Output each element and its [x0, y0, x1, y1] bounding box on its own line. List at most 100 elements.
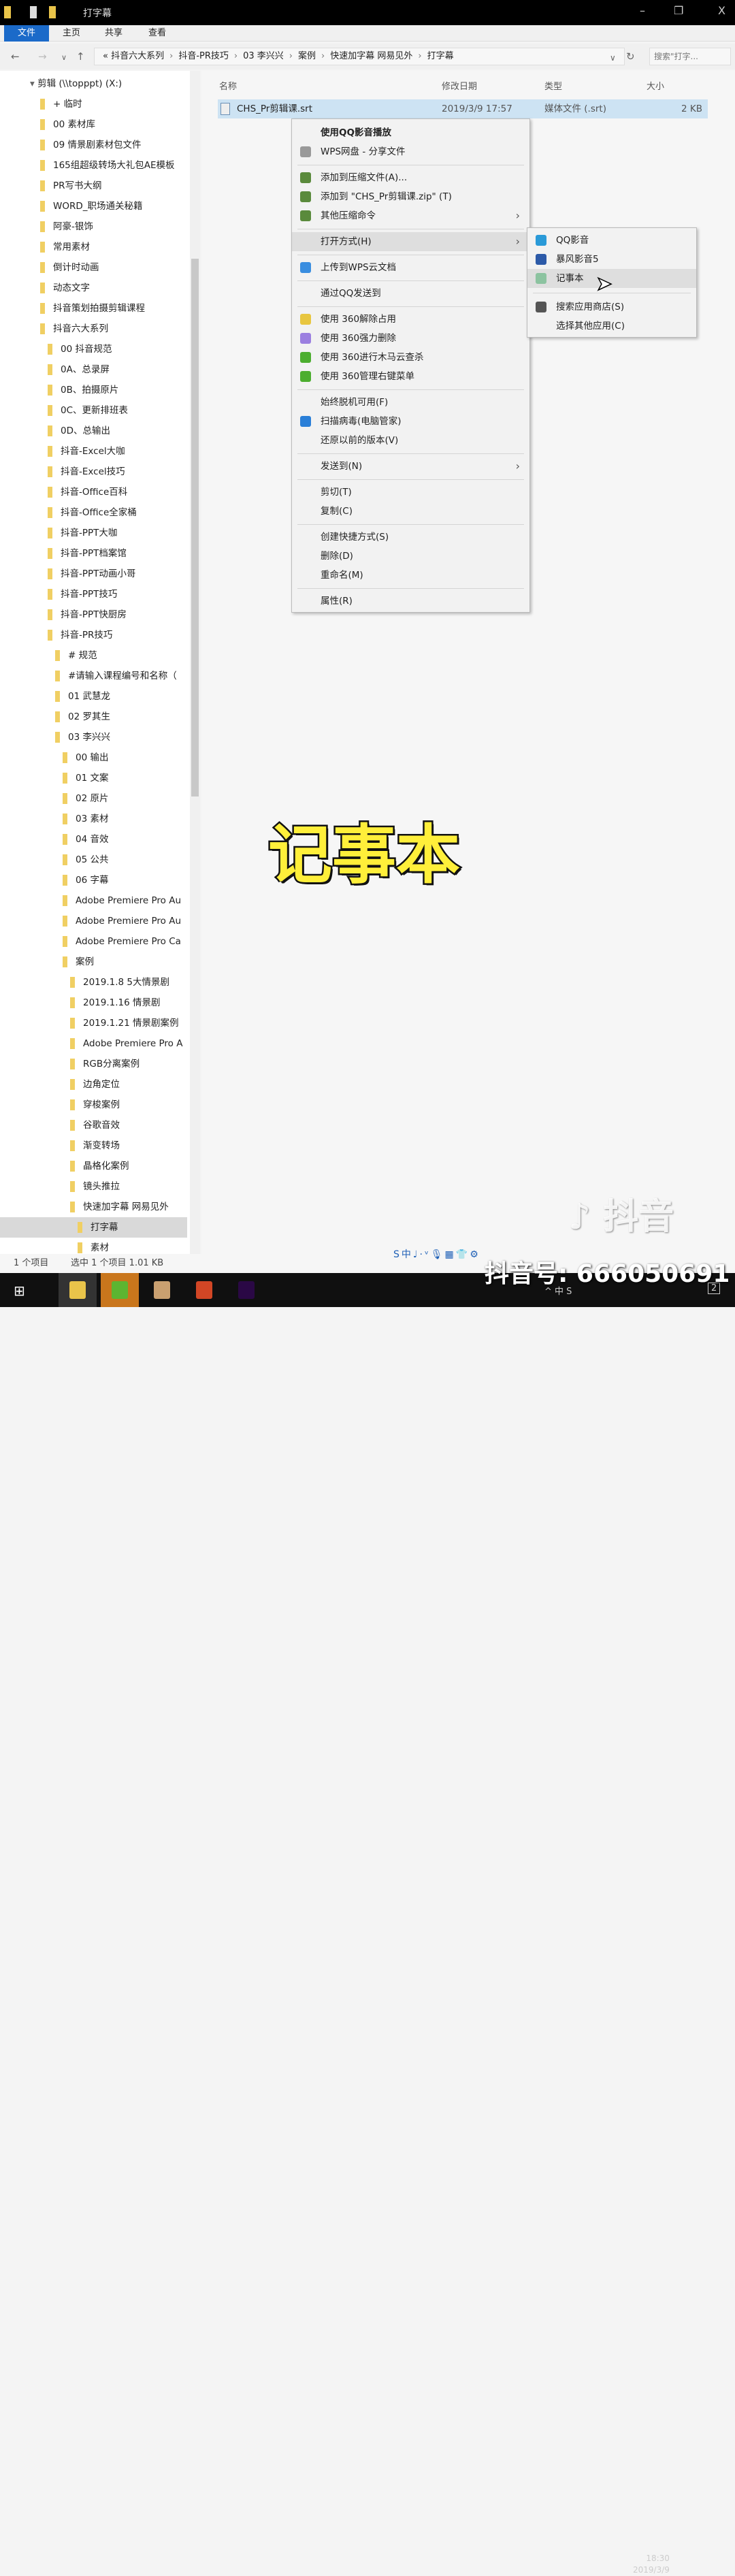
menu-item[interactable]: 使用QQ影音播放	[292, 123, 529, 142]
sidebar-item[interactable]: 00 素材库	[0, 114, 187, 135]
sidebar-item[interactable]: 打字幕	[0, 1217, 187, 1238]
sidebar-item[interactable]: 0D、总输出	[0, 421, 187, 441]
menu-item[interactable]: 暴风影音5	[527, 250, 696, 269]
sidebar-item[interactable]: 01 武慧龙	[0, 686, 187, 707]
sidebar-item[interactable]: #请输入课程编号和名称（	[0, 666, 187, 686]
sidebar-item[interactable]: 2019.1.16 情景剧	[0, 993, 187, 1013]
sidebar-item[interactable]: 晶格化案例	[0, 1156, 187, 1176]
sidebar-item[interactable]: 01 文案	[0, 768, 187, 788]
path-dropdown-icon[interactable]: ∨	[610, 53, 616, 63]
sidebar-item[interactable]: 00 抖音规范	[0, 339, 187, 359]
menu-item[interactable]: 通过QQ发送到	[292, 284, 529, 303]
sidebar-item[interactable]: 04 音效	[0, 829, 187, 850]
sidebar-item[interactable]: 穿梭案例	[0, 1095, 187, 1115]
tab-home[interactable]: 主页	[54, 25, 88, 42]
menu-item[interactable]: 使用 360管理右键菜单	[292, 367, 529, 386]
sidebar-scroll-thumb[interactable]	[191, 259, 199, 796]
menu-item[interactable]: 始终脱机可用(F)	[292, 393, 529, 412]
sidebar-item[interactable]: 边角定位	[0, 1074, 187, 1095]
sidebar-item[interactable]: + 临时	[0, 94, 187, 114]
sidebar-item[interactable]: 0B、拍摄原片	[0, 380, 187, 400]
menu-item[interactable]: 使用 360进行木马云查杀	[292, 348, 529, 367]
sidebar-item[interactable]: 抖音-PPT动画小哥	[0, 564, 187, 584]
sidebar-item[interactable]: 抖音-PPT档案馆	[0, 543, 187, 564]
sidebar-item[interactable]: 案例	[0, 952, 187, 972]
properties-icon[interactable]	[30, 6, 37, 18]
menu-item[interactable]: 其他压缩命令 ›	[292, 206, 529, 225]
breadcrumb-item[interactable]: 抖音六大系列	[111, 51, 164, 61]
ime-toolbar[interactable]: S中♩·ᵛ🎙▦👕⚙	[393, 1247, 480, 1261]
menu-item[interactable]: 创建快捷方式(S)	[292, 528, 529, 547]
sidebar-item[interactable]: 快速加字幕 网易见外	[0, 1197, 187, 1217]
menu-item[interactable]: 使用 360解除占用	[292, 310, 529, 329]
sidebar-item[interactable]: 0C、更新排班表	[0, 400, 187, 421]
windows-start-icon[interactable]: ⊞	[14, 1283, 25, 1299]
sidebar-item[interactable]: RGB分离案例	[0, 1054, 187, 1074]
menu-item[interactable]: 还原以前的版本(V)	[292, 431, 529, 450]
sidebar-item[interactable]: Adobe Premiere Pro Au	[0, 890, 187, 911]
menu-item[interactable]: 删除(D)	[292, 547, 529, 566]
menu-item[interactable]: 使用 360强力删除	[292, 329, 529, 348]
sidebar-item[interactable]: 09 情景剧素材包文件	[0, 135, 187, 155]
taskbar-app[interactable]	[185, 1273, 223, 1307]
file-row[interactable]: CHS_Pr剪辑课.srt 2019/3/9 17:57 媒体文件 (.srt)…	[218, 99, 708, 118]
new-folder-icon[interactable]	[49, 6, 56, 18]
sidebar-item[interactable]: 抖音-Office全家桶	[0, 502, 187, 523]
sidebar-item[interactable]: 05 公共	[0, 850, 187, 870]
sidebar-item[interactable]: 02 原片	[0, 788, 187, 809]
sidebar-item[interactable]: 抖音-Excel技巧	[0, 462, 187, 482]
breadcrumb-item[interactable]: 快速加字幕 网易见外	[330, 51, 412, 61]
taskbar-app[interactable]	[227, 1273, 265, 1307]
sidebar-item[interactable]: 抖音六大系列	[0, 319, 187, 339]
sidebar-item[interactable]: 镜头推拉	[0, 1176, 187, 1197]
sidebar-item[interactable]: 倒计时动画	[0, 257, 187, 278]
sidebar-item[interactable]: 常用素材	[0, 237, 187, 257]
menu-item[interactable]: 复制(C)	[292, 502, 529, 521]
taskbar-app[interactable]	[101, 1273, 139, 1307]
menu-item[interactable]: 打开方式(H) ›	[292, 232, 529, 251]
clock[interactable]: 18:30 2019/3/9	[633, 2553, 670, 2576]
sidebar-item[interactable]: 抖音-PR技巧	[0, 625, 187, 645]
menu-item[interactable]: WPS网盘 - 分享文件	[292, 142, 529, 161]
sidebar-item[interactable]: 抖音-PPT快厨房	[0, 605, 187, 625]
minimize-button[interactable]: –	[640, 4, 645, 17]
sidebar-item[interactable]: 渐变转场	[0, 1136, 187, 1156]
sidebar-item[interactable]: 02 罗其生	[0, 707, 187, 727]
sidebar-item[interactable]: 谷歌音效	[0, 1115, 187, 1136]
close-button[interactable]: X	[718, 4, 725, 17]
sidebar-item[interactable]: ▾ 剪辑 (\\topppt) (X:)	[0, 74, 187, 94]
expand-arrow-icon[interactable]: ▾	[30, 78, 37, 89]
sidebar-item[interactable]: 抖音-PPT大咖	[0, 523, 187, 543]
menu-item[interactable]: 上传到WPS云文档	[292, 258, 529, 277]
menu-item[interactable]: 剪切(T)	[292, 483, 529, 502]
menu-item[interactable]: 重命名(M)	[292, 566, 529, 585]
back-icon[interactable]: ←	[11, 50, 20, 63]
breadcrumb[interactable]: « 抖音六大系列 › 抖音-PR技巧 › 03 李兴兴 › 案例 › 快速加字幕 网易见外 › 打字…	[94, 48, 625, 65]
taskbar-app[interactable]	[143, 1273, 181, 1307]
sidebar-item[interactable]: 素材	[0, 1238, 187, 1255]
column-size[interactable]: 大小	[647, 79, 664, 92]
column-type[interactable]: 类型	[544, 79, 562, 92]
column-date[interactable]: 修改日期	[442, 79, 477, 92]
menu-item[interactable]: 扫描病毒(电脑管家)	[292, 412, 529, 431]
breadcrumb-item[interactable]: 抖音-PR技巧	[178, 51, 229, 61]
breadcrumb-item[interactable]: 03 李兴兴	[243, 51, 284, 61]
forward-icon[interactable]: →	[38, 50, 47, 63]
refresh-icon[interactable]: ↻	[626, 50, 635, 63]
sidebar-item[interactable]: 抖音-Excel大咖	[0, 441, 187, 462]
menu-item[interactable]: 选择其他应用(C)	[527, 317, 696, 336]
recent-dropdown-icon[interactable]: ∨	[61, 53, 67, 62]
menu-item[interactable]: 添加到 "CHS_Pr剪辑课.zip" (T)	[292, 187, 529, 206]
sidebar-item[interactable]: WORD_职场通关秘籍	[0, 196, 187, 216]
sidebar-item[interactable]: 2019.1.21 情景剧案例	[0, 1013, 187, 1033]
taskbar-app[interactable]	[59, 1273, 97, 1307]
search-input[interactable]: 搜索"打字...	[649, 48, 731, 65]
sidebar-item[interactable]: 06 字幕	[0, 870, 187, 890]
menu-item[interactable]: 搜索应用商店(S)	[527, 297, 696, 317]
menu-item[interactable]: 属性(R)	[292, 592, 529, 611]
tab-file[interactable]: 文件	[4, 25, 49, 42]
maximize-button[interactable]: ❐	[674, 4, 683, 17]
sidebar-item[interactable]: 2019.1.8 5大情景剧	[0, 972, 187, 993]
sidebar-item[interactable]: Adobe Premiere Pro A	[0, 1033, 187, 1054]
breadcrumb-item[interactable]: «	[103, 51, 108, 61]
